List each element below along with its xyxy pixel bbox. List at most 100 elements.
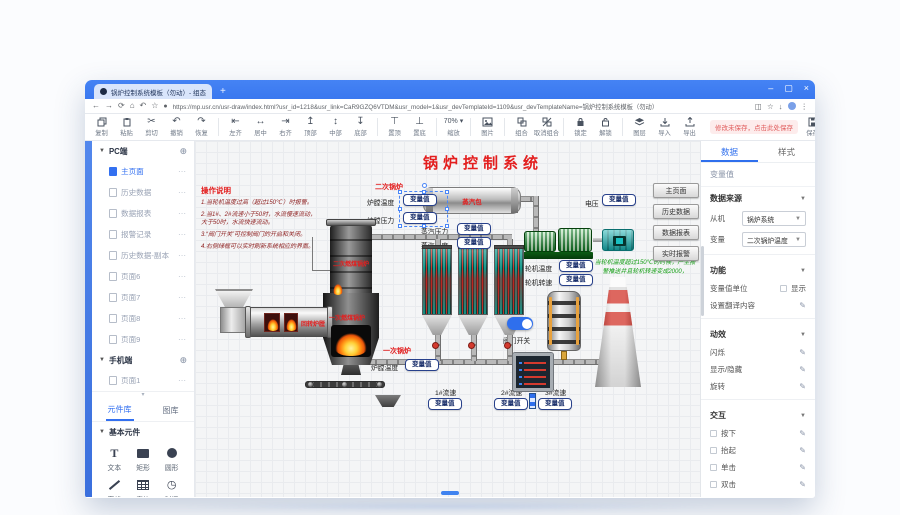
page-more-icon[interactable]: ⋯ [178,293,187,302]
page-more-icon[interactable]: ⋯ [178,314,187,323]
press-checkbox[interactable] [710,430,717,437]
edit-pencil-icon[interactable]: ✎ [799,365,806,374]
resize-handle[interactable] [398,190,402,194]
release-checkbox[interactable] [710,447,717,454]
element-circle[interactable]: 圆形 [157,446,186,472]
sidebar-page-9[interactable]: 页面9 ⋯ [92,329,194,350]
flow2-chip[interactable]: 变量值 [494,398,528,411]
resize-handle[interactable] [398,207,402,211]
resize-handle[interactable] [422,224,426,228]
flow1-label[interactable]: 1#流速 [435,387,456,397]
history-icon[interactable]: ↶ [140,102,147,110]
edit-pencil-icon[interactable]: ✎ [799,446,806,455]
url-text[interactable]: https://mp.usr.cn/usr-draw/index.html?us… [173,102,750,111]
align-bottom-button[interactable]: ↧ 底部 [350,117,371,138]
pc-section-header[interactable]: ▼ PC端 ⊕ [92,141,194,161]
image-button[interactable]: 图片 [477,117,498,137]
edit-pencil-icon[interactable]: ✎ [799,480,806,489]
element-line[interactable]: 直线 [100,478,129,497]
sidebar-page-7[interactable]: 页面7 ⋯ [92,287,194,308]
selection-box[interactable] [398,190,449,228]
canvas-hscrollbar[interactable] [441,491,459,495]
dblclick-checkbox[interactable] [710,481,717,488]
flow3-chip[interactable]: 变量值 [538,398,572,411]
align-top-button[interactable]: ↥ 顶部 [300,117,321,138]
bookmark-icon[interactable]: ☆ [151,102,158,110]
steam-pressure-chip[interactable]: 变量值 [457,223,491,236]
basic-elements-header[interactable]: ▼ 基本元件 [92,422,194,442]
page-more-icon[interactable]: ⋯ [178,376,187,385]
add-page-icon[interactable]: ⊕ [179,355,187,366]
element-table[interactable]: 表格 [129,478,158,497]
zoom-value[interactable]: 70% ▾ [444,117,463,127]
unsaved-warning-badge[interactable]: 修改未保存，点击此处保存 [710,120,798,134]
page-more-icon[interactable]: ⋯ [178,167,187,176]
panel-scrollbar[interactable] [701,246,704,316]
alarm-note[interactable]: 当轮机温度超过150℃的时候，产生报警推送并且轮机转速变成2000， [593,259,697,277]
add-page-icon[interactable]: ⊕ [179,146,187,157]
turbine[interactable] [523,225,593,259]
layers-button[interactable]: 图层 [629,117,650,137]
minimize-button[interactable]: – [768,83,773,93]
nav-report-button[interactable]: 数据报表 [653,225,699,240]
sidebar-page-main[interactable]: 主页面 ⋯ [92,161,194,182]
mobile-section-header[interactable]: ▼ 手机端 ⊕ [92,350,194,370]
star-icon[interactable]: ☆ [767,102,774,111]
sidebar-page-history[interactable]: 历史数据 ⋯ [92,182,194,203]
turbine-temp-chip[interactable]: 变量值 [559,260,593,273]
valve-toggle[interactable] [507,317,533,330]
import-button[interactable]: 导入 [654,117,675,137]
send-to-back-button[interactable]: ⊥ 置底 [409,117,430,138]
edit-pencil-icon[interactable]: ✎ [799,463,806,472]
page-more-icon[interactable]: ⋯ [178,230,187,239]
save-button[interactable]: 保存 [802,117,815,137]
sidebar-page-8[interactable]: 页面8 ⋯ [92,308,194,329]
voltage-label[interactable]: 电压 [585,198,599,208]
element-rect[interactable]: 矩形 [129,446,158,472]
design-canvas[interactable]: 锅炉控制系统 操作说明 1.当轮机温度过高（超过150℃）时报警。 2.当1#、… [195,141,700,497]
ungroup-button[interactable]: 取消组合 [534,117,559,137]
function-section-header[interactable]: 功能 ▼ [701,259,815,280]
nav-history-button[interactable]: 历史数据 [653,204,699,219]
primary-furnace-temp-chip[interactable]: 变量值 [405,359,439,372]
heat-exchanger-2[interactable] [458,245,488,335]
tab-component-library[interactable]: 元件库 [105,400,134,421]
turbine-speed-label[interactable]: 轮机转速 [525,277,552,287]
export-button[interactable]: 导出 [679,117,700,137]
resize-handle[interactable] [445,190,449,194]
sidebar-page-report[interactable]: 数据报表 ⋯ [92,203,194,224]
redo-button[interactable]: ↷ 恢复 [191,117,212,138]
edit-pencil-icon[interactable]: ✎ [799,301,806,310]
edit-pencil-icon[interactable]: ✎ [799,348,806,357]
chimney[interactable] [595,277,641,387]
turbine-speed-chip[interactable]: 变量值 [559,274,593,287]
motion-section-header[interactable]: 动效 ▼ [701,323,815,344]
primary-boiler-label[interactable]: 一次锅炉 [383,346,411,356]
resize-handle[interactable] [445,224,449,228]
voltage-chip[interactable]: 变量值 [602,194,636,207]
data-source-section-header[interactable]: 数据来源 ▼ [701,187,815,208]
flow1-chip[interactable]: 变量值 [428,398,462,411]
new-tab-button[interactable]: + [212,84,234,99]
control-cabinet[interactable] [512,352,554,392]
send-to-device-icon[interactable]: ◫ [755,102,762,111]
cut-button[interactable]: ✂ 剪切 [141,117,162,138]
tab-style[interactable]: 样式 [758,141,815,162]
steam-temp-chip[interactable]: 变量值 [457,237,491,250]
rotate-handle[interactable] [422,183,427,188]
turbine-temp-label[interactable]: 轮机温度 [525,263,552,273]
click-checkbox[interactable] [710,464,717,471]
browser-menu-icon[interactable]: ⋮ [801,102,809,111]
generator[interactable] [602,229,634,251]
align-left-button[interactable]: ⇤ 左齐 [225,117,246,138]
element-text[interactable]: T 文本 [100,446,129,473]
sidebar-page-history-copy[interactable]: 历史数据-副本 ⋯ [92,245,194,266]
slave-select[interactable]: 锅炉系统 ▼ [742,211,806,226]
close-button[interactable]: × [804,83,809,93]
element-time[interactable]: ◷ 时间 [157,478,186,497]
bring-to-front-button[interactable]: ⊤ 置顶 [384,117,405,138]
page-more-icon[interactable]: ⋯ [178,272,187,281]
align-center-button[interactable]: ↔ 居中 [250,117,271,138]
sidebar-collapse-handle[interactable]: ▾ [92,391,194,399]
home-icon[interactable]: ⌂ [130,102,135,110]
